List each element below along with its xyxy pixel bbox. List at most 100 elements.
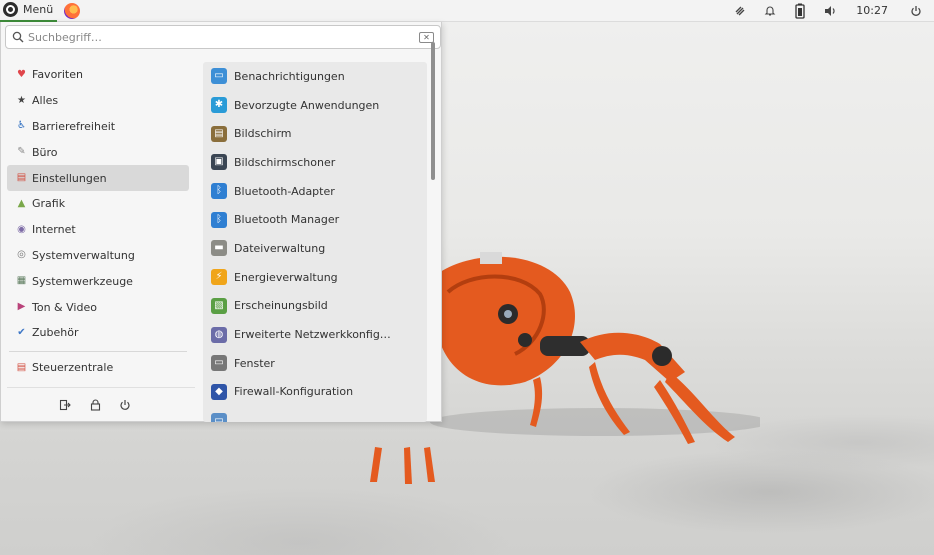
office-icon: ✎ [17, 146, 26, 158]
divider [9, 350, 187, 352]
app-label: Bildschirmschoner [234, 155, 336, 169]
app-item[interactable]: ▭ Fenster [203, 349, 427, 378]
search-box[interactable]: ✕ [5, 25, 441, 49]
app-item[interactable]: ᛒ Bluetooth Manager [203, 205, 427, 234]
app-item[interactable]: ◍ Erweiterte Netzwerkkonfig… [203, 320, 427, 349]
app-item[interactable]: ᛒ Bluetooth-Adapter [203, 177, 427, 206]
system-tray: 10:27 [718, 0, 934, 22]
search-icon [12, 31, 24, 43]
app-item[interactable]: ▣ Bildschirmschoner [203, 148, 427, 177]
category-item[interactable]: ♿ Barrierefreiheit [7, 114, 189, 140]
app-label: Benachrichtigungen [234, 69, 345, 83]
category-item[interactable]: ▤ Einstellungen [7, 165, 189, 191]
clock[interactable]: 10:27 [856, 4, 888, 17]
category-label: Systemwerkzeuge [32, 274, 133, 288]
app-label: Firewall-Konfiguration [234, 385, 354, 399]
multimedia-icon: ▶ [17, 301, 26, 313]
app-label: Energieverwaltung [234, 270, 338, 284]
accessibility-icon: ♿ [17, 120, 26, 132]
app-item[interactable]: ▭ Benachrichtigungen [203, 62, 427, 91]
category-item[interactable]: ▲ Grafik [7, 191, 189, 217]
search-input[interactable] [28, 30, 419, 44]
accessories-icon: ✔ [17, 326, 26, 338]
shutdown-icon[interactable] [119, 398, 131, 412]
category-label: Favoriten [32, 68, 83, 82]
app-label: Bluetooth Manager [234, 213, 340, 227]
network-icon[interactable] [732, 3, 748, 19]
app-icon: ▭ [211, 412, 227, 422]
category-label: Grafik [32, 197, 66, 211]
app-item[interactable]: ▤ Bildschirm [203, 119, 427, 148]
folder-icon: ▬ [211, 240, 227, 257]
category-item[interactable]: ▦ Systemwerkzeuge [7, 268, 189, 294]
preferred-apps-icon: ✱ [211, 97, 227, 114]
firefox-icon[interactable] [64, 2, 81, 19]
settings-icon: ▤ [16, 172, 27, 184]
application-menu: ✕ ♥ Favoriten ★ Alles ♿ Barrierefreiheit ✎ Büro… [0, 22, 442, 422]
app-item[interactable]: ◆ Firewall-Konfiguration [203, 378, 427, 407]
distro-logo-icon [3, 2, 18, 17]
menu-button[interactable]: Menü [0, 0, 58, 22]
display-icon: ▤ [211, 125, 227, 142]
system-tools-icon: ▦ [16, 275, 27, 287]
clear-search-icon[interactable]: ✕ [419, 31, 434, 43]
category-list: ♥ Favoriten ★ Alles ♿ Barrierefreiheit ✎ Büro ▤ E… [7, 62, 189, 381]
bluetooth-icon: ᛒ [211, 211, 227, 228]
category-label: Systemverwaltung [32, 248, 135, 262]
category-item[interactable]: ◎ Systemverwaltung [7, 243, 189, 269]
app-label: Fenster [234, 356, 275, 370]
control-center-label: Steuerzentrale [32, 361, 114, 375]
top-panel: Menü 10:27 [0, 0, 934, 22]
app-item[interactable]: ▬ Dateiverwaltung [203, 234, 427, 263]
power-manager-icon: ⚡ [211, 269, 227, 286]
lock-icon[interactable] [89, 398, 101, 412]
category-item[interactable]: ✎ Büro [7, 139, 189, 165]
category-label: Büro [32, 145, 58, 159]
app-label: Dateiverwaltung [234, 241, 326, 255]
notifications-icon: ▭ [211, 68, 227, 85]
notifications-bell-icon[interactable] [762, 3, 778, 19]
category-label: Zubehör [32, 326, 79, 340]
firewall-icon: ◆ [211, 383, 227, 400]
category-label: Barrierefreiheit [32, 119, 116, 133]
globe-icon: ◉ [17, 223, 26, 235]
category-item[interactable]: ♥ Favoriten [7, 62, 189, 88]
menu-label: Menü [23, 3, 54, 16]
logout-icon[interactable] [59, 398, 71, 412]
divider [7, 387, 195, 388]
category-item[interactable]: ◉ Internet [7, 217, 189, 243]
power-icon[interactable] [908, 3, 924, 19]
app-item[interactable]: ✱ Bevorzugte Anwendungen [203, 91, 427, 120]
category-label: Alles [32, 94, 59, 108]
category-label: Ton & Video [32, 300, 97, 314]
appearance-icon: ▧ [211, 297, 227, 314]
control-center-icon: ▤ [16, 361, 27, 373]
app-label: Erscheinungsbild [234, 299, 328, 313]
star-icon: ★ [17, 94, 26, 106]
network-icon: ◍ [211, 326, 227, 343]
app-label: Bluetooth-Adapter [234, 184, 335, 198]
app-label: Bevorzugte Anwendungen [234, 98, 380, 112]
app-item[interactable]: ⚡ Energieverwaltung [203, 263, 427, 292]
category-item[interactable]: ✔ Zubehör [7, 320, 189, 346]
window-icon: ▭ [211, 355, 227, 372]
category-label: Einstellungen [32, 171, 107, 185]
heart-icon: ♥ [17, 68, 26, 80]
control-center-item[interactable]: ▤ Steuerzentrale [7, 355, 189, 381]
battery-icon[interactable] [792, 3, 808, 19]
graphics-icon: ▲ [17, 197, 26, 209]
bluetooth-icon: ᛒ [211, 183, 227, 200]
app-list-scrollbar[interactable] [431, 42, 435, 180]
app-label: Bildschirm [234, 127, 292, 141]
app-list: ▭ Benachrichtigungen ✱ Bevorzugte Anwendung… [203, 62, 427, 422]
screensaver-icon: ▣ [211, 154, 227, 171]
app-item[interactable]: ▭ [203, 406, 427, 422]
category-item[interactable]: ▶ Ton & Video [7, 294, 189, 320]
category-item[interactable]: ★ Alles [7, 88, 189, 114]
volume-icon[interactable] [822, 3, 838, 19]
app-item[interactable]: ▧ Erscheinungsbild [203, 292, 427, 321]
category-label: Internet [32, 223, 76, 237]
system-admin-icon: ◎ [17, 249, 26, 261]
session-buttons [59, 398, 131, 412]
app-label: Erweiterte Netzwerkkonfig… [234, 328, 391, 342]
